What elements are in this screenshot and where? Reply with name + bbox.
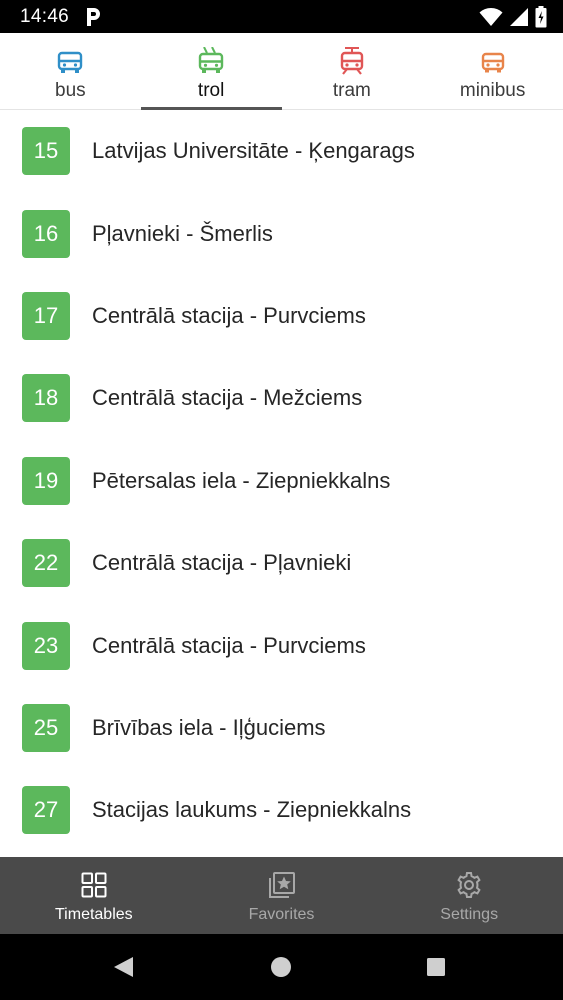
route-name: Centrālā stacija - Purvciems xyxy=(92,302,366,328)
status-time: 14:46 xyxy=(20,6,70,27)
wifi-icon xyxy=(479,8,503,26)
route-number-badge: 19 xyxy=(22,456,70,505)
route-row[interactable]: 17 Centrālā stacija - Purvciems xyxy=(0,275,563,357)
nav-settings[interactable]: Settings xyxy=(375,857,563,934)
minibus-icon xyxy=(481,52,504,73)
grid-icon xyxy=(81,872,107,898)
nav-settings-label: Settings xyxy=(440,906,499,923)
route-number-badge: 25 xyxy=(22,703,70,752)
system-navigation-bar xyxy=(0,934,563,1000)
route-row[interactable]: 22 Centrālā stacija - Pļavnieki xyxy=(0,522,563,604)
route-number-badge: 22 xyxy=(22,539,70,588)
tab-tram[interactable]: tram xyxy=(282,33,423,109)
bottom-navigation: Timetables Favorites Settings xyxy=(0,857,563,934)
route-name: Pļavnieki - Šmerlis xyxy=(92,220,273,246)
tab-bus[interactable]: bus xyxy=(0,33,141,109)
gear-icon xyxy=(457,872,481,898)
tab-minibus-label: minibus xyxy=(459,80,526,101)
status-bar: 14:46 xyxy=(0,0,563,33)
bus-icon xyxy=(58,51,83,73)
route-name: Centrālā stacija - Purvciems xyxy=(92,632,366,658)
home-icon[interactable] xyxy=(268,954,294,980)
app-root: 14:46 bus trol tram minibus 15 Latvijas … xyxy=(0,0,563,1000)
tram-icon xyxy=(340,47,364,75)
route-number-badge: 23 xyxy=(22,621,70,670)
route-row[interactable]: 18 Centrālā stacija - Mežciems xyxy=(0,357,563,439)
tab-minibus[interactable]: minibus xyxy=(422,33,563,109)
star-album-icon xyxy=(268,872,295,898)
tab-trol-label: trol xyxy=(197,80,225,101)
route-name: Centrālā stacija - Pļavnieki xyxy=(92,550,352,576)
route-name: Brīvības iela - Iļģuciems xyxy=(92,714,326,740)
route-number-badge: 27 xyxy=(22,786,70,835)
tab-trol[interactable]: trol xyxy=(140,33,282,110)
nav-timetables[interactable]: Timetables xyxy=(0,857,188,934)
status-icons xyxy=(479,6,547,28)
route-row[interactable]: 27 Stacijas laukums - Ziepniekkalns xyxy=(0,769,563,851)
route-name: Stacijas laukums - Ziepniekkalns xyxy=(92,797,412,823)
nav-favorites-label: Favorites xyxy=(248,906,315,923)
route-row[interactable]: 19 Pētersalas iela - Ziepniekkalns xyxy=(0,440,563,522)
recents-icon[interactable] xyxy=(423,954,449,980)
route-list: 15 Latvijas Universitāte - Ķengarags 16 … xyxy=(0,110,563,857)
tab-tram-label: tram xyxy=(332,80,371,101)
route-number-badge: 17 xyxy=(22,291,70,340)
parking-app-icon xyxy=(87,8,100,26)
route-row[interactable]: 25 Brīvības iela - Iļģuciems xyxy=(0,687,563,769)
trolleybus-icon xyxy=(198,47,224,73)
route-name: Latvijas Universitāte - Ķengarags xyxy=(92,138,415,164)
battery-icon xyxy=(535,6,547,28)
signal-icon xyxy=(510,8,528,26)
route-name: Centrālā stacija - Mežciems xyxy=(92,385,363,411)
route-name: Pētersalas iela - Ziepniekkalns xyxy=(92,467,391,493)
back-icon[interactable] xyxy=(110,954,136,980)
tab-bus-label: bus xyxy=(55,80,86,101)
transport-tabs: bus trol tram minibus xyxy=(0,33,563,110)
nav-favorites[interactable]: Favorites xyxy=(188,857,376,934)
nav-timetables-label: Timetables xyxy=(55,906,133,923)
route-number-badge: 18 xyxy=(22,374,70,423)
route-row[interactable]: 16 Pļavnieki - Šmerlis xyxy=(0,192,563,274)
route-number-badge: 16 xyxy=(22,209,70,258)
route-number-badge: 15 xyxy=(22,127,70,176)
route-row[interactable]: 15 Latvijas Universitāte - Ķengarags xyxy=(0,110,563,192)
route-row[interactable]: 23 Centrālā stacija - Purvciems xyxy=(0,604,563,686)
